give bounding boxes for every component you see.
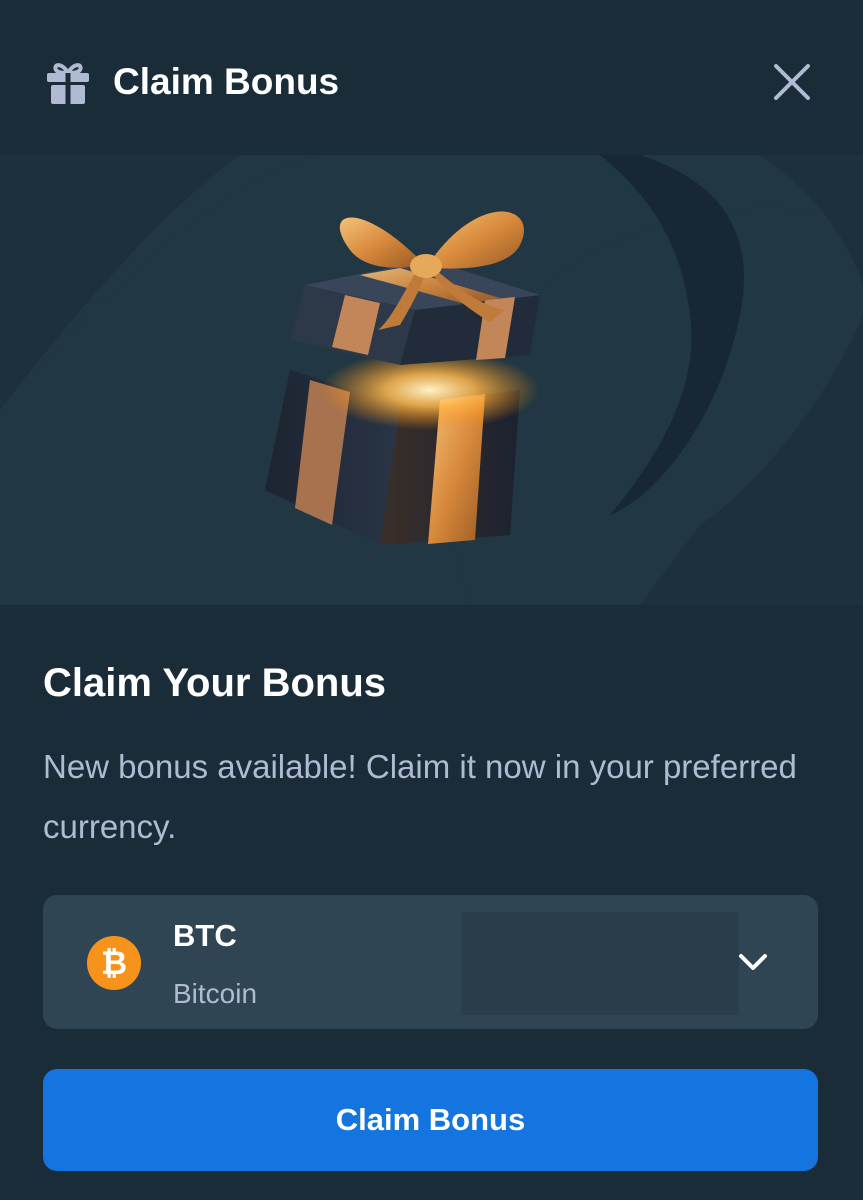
content-description: New bonus available! Claim it now in you…	[43, 748, 797, 845]
currency-select[interactable]: ₿ BTC Bitcoin	[43, 895, 818, 1029]
bitcoin-icon: ₿	[87, 936, 141, 990]
chevron-down-icon[interactable]	[733, 945, 773, 979]
gift-box-illustration	[265, 211, 540, 545]
hero-banner	[0, 155, 863, 605]
modal-header: Claim Bonus	[0, 0, 863, 155]
claim-bonus-modal: Claim Bonus Claim Your Bonus New bonus a…	[0, 0, 863, 1200]
close-icon[interactable]	[766, 56, 818, 108]
modal-title: Claim Bonus	[113, 61, 340, 102]
currency-code: BTC	[173, 918, 237, 953]
claim-bonus-button[interactable]: Claim Bonus	[43, 1069, 818, 1171]
svg-text:₿: ₿	[101, 945, 127, 981]
redacted-balance	[461, 912, 739, 1015]
content-title: Claim Your Bonus	[43, 661, 387, 705]
currency-name: Bitcoin	[173, 978, 258, 1009]
gift-icon	[47, 63, 89, 104]
